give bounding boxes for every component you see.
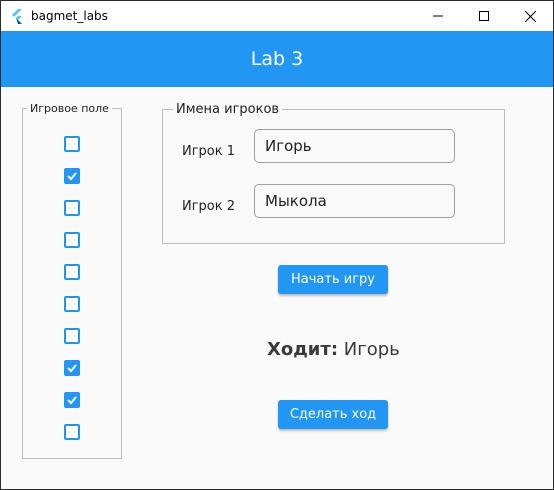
game-cell-checkbox[interactable]: [64, 328, 80, 344]
turn-label: Ходит:: [267, 339, 339, 360]
game-cell-checkbox[interactable]: [64, 360, 80, 376]
game-cell-checkbox[interactable]: [64, 392, 80, 408]
checkmark-icon: [67, 364, 77, 373]
player-names-legend: Имена игроков: [173, 102, 283, 117]
game-field-legend: Игровое поле: [27, 102, 112, 115]
game-cell-checkbox[interactable]: [64, 296, 80, 312]
window-title: bagmet_labs: [31, 9, 108, 23]
game-cell-checkbox[interactable]: [64, 232, 80, 248]
app-bar-title: Lab 3: [250, 48, 304, 70]
game-field-group: Игровое поле: [22, 102, 122, 459]
close-icon: [524, 10, 536, 22]
game-cell-checkbox[interactable]: [64, 424, 80, 440]
turn-player-name: Игорь: [343, 339, 400, 360]
app-bar: Lab 3: [1, 31, 553, 87]
title-bar: bagmet_labs: [1, 1, 553, 31]
checkmark-icon: [67, 172, 77, 181]
minimize-button[interactable]: [415, 1, 461, 31]
player1-name-field[interactable]: Игорь: [254, 129, 455, 163]
player2-label: Игрок 2: [182, 199, 236, 214]
make-move-button[interactable]: Сделать ход: [278, 400, 388, 429]
game-cell-checkbox[interactable]: [64, 264, 80, 280]
close-button[interactable]: [507, 1, 553, 31]
game-cell-checkbox[interactable]: [64, 200, 80, 216]
checkmark-icon: [67, 396, 77, 405]
maximize-icon: [479, 11, 489, 21]
player1-label: Игрок 1: [182, 144, 236, 159]
minimize-icon: [433, 15, 443, 17]
player2-name-field[interactable]: Мыкола: [254, 184, 455, 218]
game-cell-checkbox[interactable]: [64, 168, 80, 184]
flutter-logo-icon: [12, 9, 22, 24]
player-names-group: Имена игроков Игрок 1 Игорь Игрок 2 Мыко…: [162, 102, 505, 244]
game-cell-checkbox[interactable]: [64, 136, 80, 152]
maximize-button[interactable]: [461, 1, 507, 31]
app-window: bagmet_labs Lab 3 Игровое поле Имена игр…: [0, 0, 554, 490]
start-game-button[interactable]: Начать игру: [278, 265, 388, 294]
current-turn: Ходит: Игорь: [267, 339, 400, 361]
